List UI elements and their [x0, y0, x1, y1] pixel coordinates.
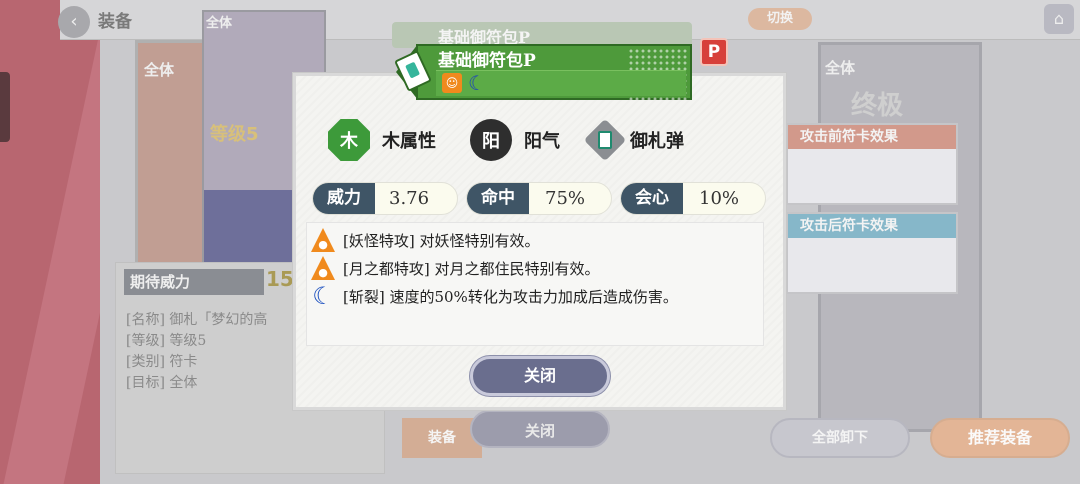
- stat-critical-label: 会心: [621, 183, 683, 214]
- bullet-banner: 基础御符包P ☺ ☾: [394, 44, 692, 100]
- attribute-yinyang-label: 阳气: [524, 131, 560, 152]
- side-tab-handle[interactable]: [0, 72, 10, 142]
- effect-row: ● [月之都特攻] 对月之都住民特别有效。: [311, 255, 599, 281]
- yang-icon: 阳: [470, 119, 512, 161]
- stat-power-label: 威力: [313, 183, 375, 214]
- bullet-name: 基础御符包P: [438, 51, 536, 71]
- card-level: 等级5: [210, 124, 259, 145]
- back-button[interactable]: ‹: [58, 6, 90, 38]
- stat-critical: 会心 10%: [620, 182, 766, 215]
- lunarian-slayer-icon: ●: [311, 256, 335, 280]
- effect-text: [斩裂] 速度的50%转化为攻击力加成后造成伤害。: [343, 287, 678, 306]
- expected-power-value: 15: [266, 267, 294, 291]
- switch-button[interactable]: 切换: [748, 8, 812, 30]
- card-target-tag: 全体: [825, 59, 856, 77]
- stat-accuracy-value: 75%: [545, 188, 586, 209]
- youkai-slayer-icon: ☺: [442, 73, 462, 93]
- attribute-element-label: 木属性: [382, 131, 436, 152]
- close-button-background[interactable]: 关闭: [470, 410, 610, 448]
- info-line-target: [目标] 全体: [126, 375, 198, 391]
- expected-power-label: 期待威力: [124, 269, 264, 295]
- talisman-bullet-icon: [583, 118, 627, 162]
- effect-text: [妖怪特攻] 对妖怪特别有效。: [343, 231, 540, 250]
- stat-accuracy: 命中 75%: [466, 182, 612, 215]
- page-title: 装备: [98, 12, 132, 32]
- card-title-art: 终极: [851, 91, 904, 121]
- pre-attack-effect-header: 攻击前符卡效果: [788, 125, 956, 149]
- effect-text: [月之都特攻] 对月之都住民特别有效。: [343, 259, 600, 278]
- stat-accuracy-label: 命中: [467, 183, 529, 214]
- attribute-yinyang: 阳 阳气: [470, 118, 560, 162]
- effect-row: ● [妖怪特攻] 对妖怪特别有效。: [311, 227, 539, 253]
- attribute-bullet-type: 御札弹: [583, 118, 684, 162]
- card-target-tag: 全体: [144, 61, 175, 79]
- pre-attack-effect-box: 攻击前符卡效果: [786, 123, 958, 205]
- attribute-bullet-type-label: 御札弹: [630, 131, 684, 152]
- stat-critical-value: 10%: [699, 188, 740, 209]
- attribute-element: 木 木属性: [328, 118, 436, 162]
- youkai-slayer-icon: ●: [311, 228, 335, 252]
- info-line-category: [类别] 符卡: [126, 354, 198, 370]
- info-line-level: [等级] 等级5: [126, 333, 207, 349]
- post-attack-effect-box: 攻击后符卡效果: [786, 212, 958, 294]
- wood-element-icon: 木: [328, 119, 370, 161]
- bullet-effects-list: ● [妖怪特攻] 对妖怪特别有效。 ● [月之都特攻] 对月之都住民特别有效。 …: [306, 222, 764, 346]
- info-line-name: [名称] 御札「梦幻的高: [126, 312, 268, 328]
- chevron-left-icon: ‹: [70, 11, 78, 32]
- close-button[interactable]: 关闭: [470, 356, 610, 396]
- stat-power-value: 3.76: [389, 188, 430, 209]
- unequip-all-button[interactable]: 全部卸下: [770, 418, 910, 458]
- effect-row: ☾ [斩裂] 速度的50%转化为攻击力加成后造成伤害。: [311, 282, 678, 310]
- p-badge: P: [700, 38, 728, 66]
- post-attack-effect-header: 攻击后符卡效果: [788, 214, 956, 238]
- home-icon[interactable]: ⌂: [1044, 4, 1074, 34]
- recommend-equip-button[interactable]: 推荐装备: [930, 418, 1070, 458]
- card-target-tag: 全体: [206, 16, 233, 31]
- moon-slash-icon: ☾: [468, 71, 486, 95]
- stat-power: 威力 3.76: [312, 182, 458, 215]
- moon-slash-icon: ☾: [312, 282, 334, 310]
